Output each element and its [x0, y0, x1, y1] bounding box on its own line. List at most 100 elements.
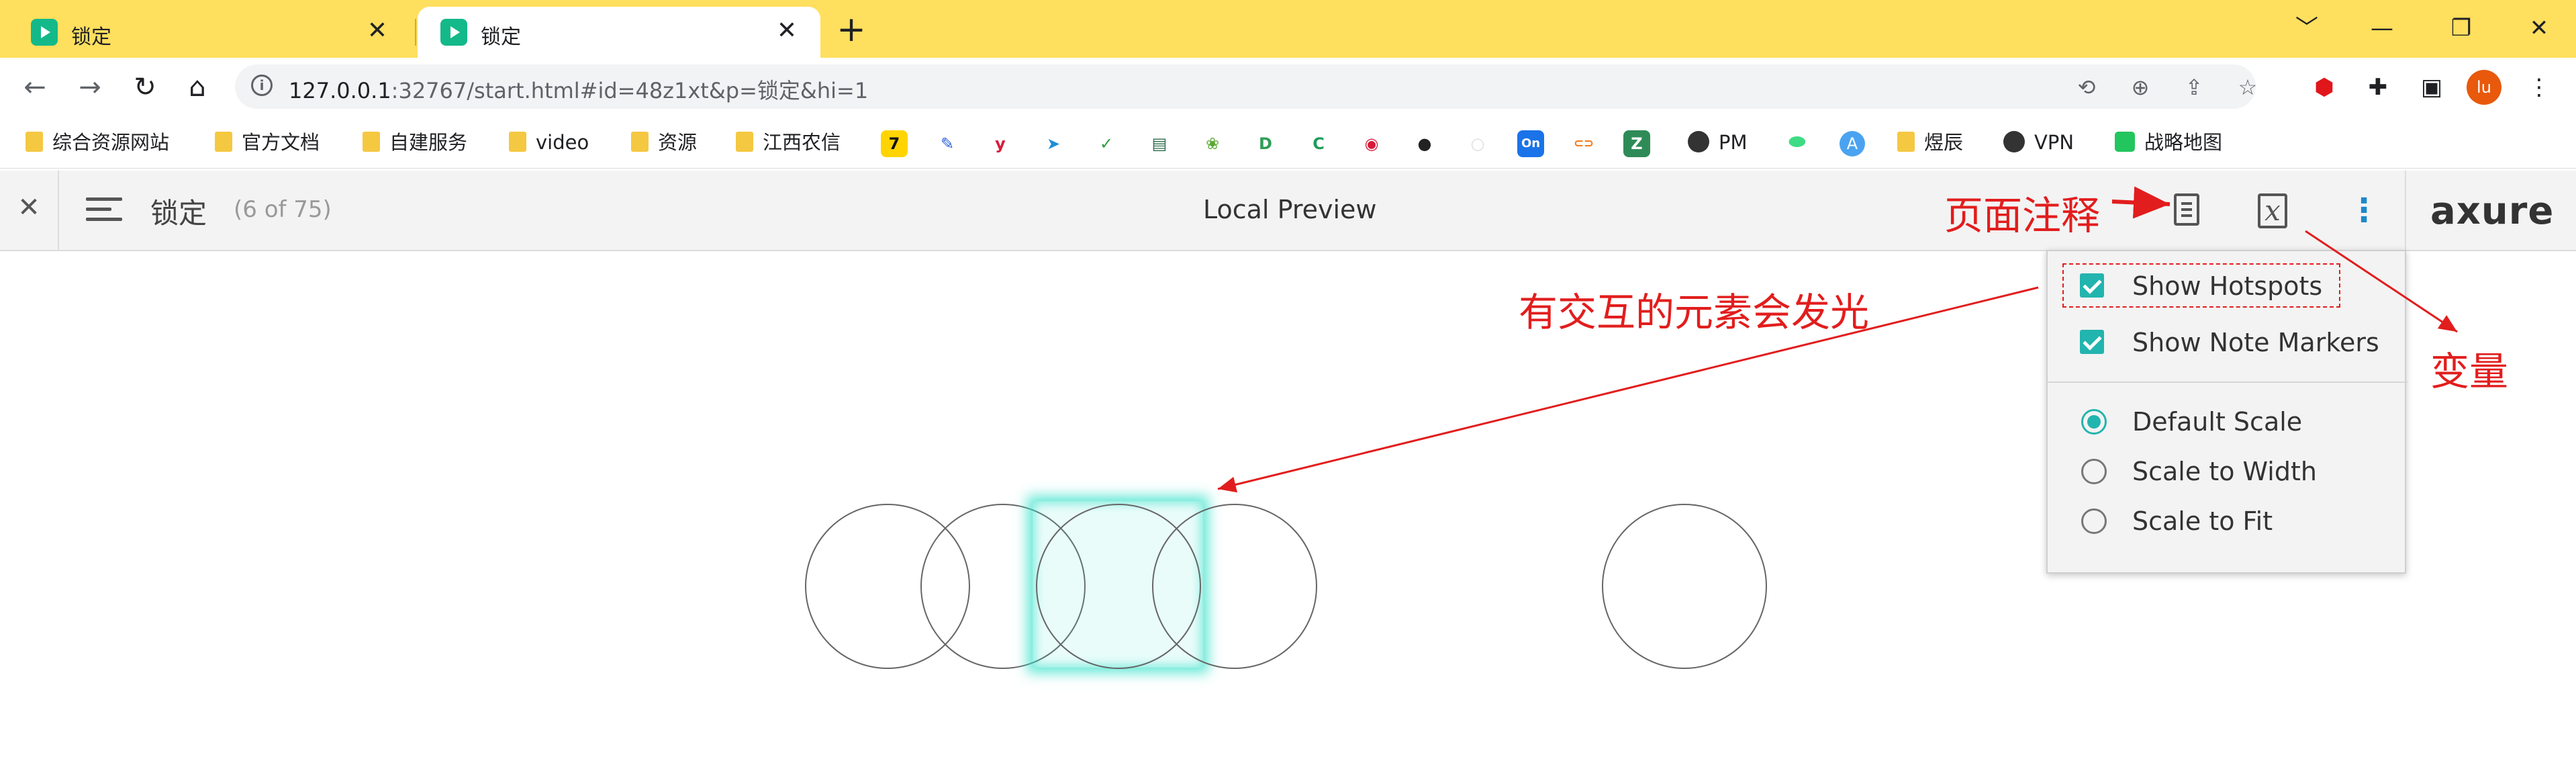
bookmark-label: VPN [2034, 131, 2074, 154]
bookmark-link-icon[interactable]: ⊂⊃ [1570, 130, 1597, 157]
tab-title: 锁定 [481, 26, 521, 49]
glow-annotation: 有交互的元素会发光 [1519, 289, 1870, 335]
site-info-icon[interactable]: i [251, 75, 273, 96]
more-options-icon[interactable]: ⋮ [2343, 189, 2385, 231]
bookmark-on-icon[interactable]: On [1517, 130, 1544, 157]
translate-icon[interactable]: ⟲ [2070, 71, 2103, 103]
radio-unselected[interactable] [2081, 508, 2107, 534]
shield-extension-icon[interactable]: ⬢ [2307, 70, 2342, 105]
page-counter: (6 of 75) [234, 196, 332, 223]
restore-button[interactable]: ❐ [2441, 8, 2481, 48]
axure-logo: axure [2430, 189, 2555, 233]
option-label: Scale to Fit [2132, 506, 2273, 536]
bookmark-folder[interactable]: 自建服务 [363, 129, 467, 156]
show-note-markers-option[interactable]: Show Note Markers [2048, 318, 2407, 365]
bookmark-github-icon[interactable]: ● [1411, 130, 1438, 157]
bookmark-label: 官方文档 [242, 131, 320, 154]
bookmark-book-icon[interactable]: ▤ [1146, 130, 1173, 157]
folder-icon [631, 132, 649, 152]
bookmark-a-icon[interactable]: A [1840, 129, 1865, 156]
bookmark-blank-icon[interactable]: ○ [1464, 130, 1491, 157]
bookmark-z-icon[interactable]: Z [1623, 130, 1650, 157]
axure-favicon-icon [440, 19, 467, 46]
reload-button[interactable]: ↻ [125, 67, 165, 107]
scale-to-fit-option[interactable]: Scale to Fit [2048, 497, 2407, 544]
radio-selected[interactable] [2081, 409, 2107, 435]
tab-close-icon[interactable]: ✕ [771, 15, 803, 47]
bookmark-folder[interactable]: 煜辰 [1897, 129, 1963, 156]
variables-glyph: x [2258, 193, 2287, 228]
header-divider [58, 171, 59, 250]
folder-icon [736, 132, 753, 152]
bookmark-c-icon[interactable]: C [1305, 130, 1332, 157]
browser-menu-icon[interactable]: ⋮ [2522, 70, 2557, 105]
bookmark-label: 煜辰 [1924, 131, 1964, 154]
bookmark-folder[interactable]: 资源 [631, 129, 697, 156]
bookmark-folder[interactable]: 官方文档 [215, 129, 320, 156]
puzzle-extension-icon[interactable]: ✚ [2360, 70, 2395, 105]
bookmark-hao-icon[interactable]: ✓ [1093, 130, 1120, 157]
bookmark-d-icon[interactable]: D [1252, 130, 1279, 157]
folder-icon [363, 132, 380, 152]
bookmark-folder[interactable]: video [509, 129, 589, 156]
folder-icon [509, 132, 526, 152]
bookmark-link[interactable]: VPN [2003, 129, 2074, 156]
home-button[interactable]: ⌂ [177, 67, 218, 107]
url-text[interactable]: 127.0.0.1:32767/start.html#id=48z1xt&p=锁… [289, 74, 868, 105]
page-title: 锁定 [150, 197, 207, 230]
minimize-button[interactable]: — [2362, 8, 2402, 48]
checkbox-checked[interactable] [2080, 330, 2104, 354]
variables-icon[interactable]: x [2252, 189, 2293, 231]
back-button[interactable]: ← [15, 67, 55, 107]
header-divider [2405, 171, 2406, 250]
close-preview-icon[interactable]: ✕ [12, 191, 46, 224]
bookmark-7-icon[interactable]: 7 [881, 130, 908, 157]
address-bar[interactable]: i 127.0.0.1:32767/start.html#id=48z1xt&p… [235, 64, 2257, 109]
new-tab-button[interactable]: + [832, 11, 870, 48]
browser-tab-active[interactable]: 锁定 ✕ [418, 7, 820, 58]
bookmark-label: 资源 [658, 131, 698, 154]
tab-search-icon[interactable]: ﹀ [2287, 8, 2327, 48]
side-panel-icon[interactable]: ▣ [2414, 70, 2449, 105]
browser-tab[interactable]: 锁定 ✕ [8, 7, 411, 58]
dropdown-divider [2048, 382, 2407, 383]
scale-to-width-option[interactable]: Scale to Width [2048, 447, 2407, 494]
bookmark-link[interactable]: 战略地图 [2115, 129, 2222, 156]
map-app-icon [2115, 132, 2135, 152]
bookmark-red-icon[interactable]: ◉ [1358, 130, 1385, 157]
forward-button[interactable]: → [70, 67, 110, 107]
android-icon[interactable]: ⬬ [1788, 129, 1806, 156]
tab-title: 锁定 [71, 26, 111, 49]
url-host: 127.0.0.1 [289, 78, 391, 103]
star-icon[interactable]: ☆ [2232, 71, 2264, 103]
browser-tab-strip: 锁定 ✕ 锁定 ✕ + ﹀ — ❐ ✕ [0, 0, 2576, 58]
option-label: Show Note Markers [2132, 328, 2379, 357]
tab-close-icon[interactable]: ✕ [361, 15, 393, 47]
bookmark-link[interactable]: PM [1688, 129, 1748, 156]
page-notes-icon[interactable] [2166, 189, 2207, 231]
option-label: Default Scale [2132, 407, 2303, 437]
radio-unselected[interactable] [2081, 459, 2107, 484]
url-path: :32767/start.html#id=48z1xt&p=锁定&hi=1 [391, 78, 869, 103]
checkbox-checked[interactable] [2080, 273, 2104, 298]
bookmark-y-icon[interactable]: y [987, 130, 1014, 157]
window-close-button[interactable]: ✕ [2519, 8, 2559, 48]
option-label: Scale to Width [2132, 457, 2317, 486]
zoom-icon[interactable]: ⊕ [2124, 71, 2156, 103]
option-label: Show Hotspots [2132, 271, 2323, 301]
default-scale-option[interactable]: Default Scale [2048, 398, 2407, 445]
bookmark-plane-icon[interactable]: ➤ [1040, 130, 1067, 157]
share-icon[interactable]: ⇪ [2178, 71, 2210, 103]
bookmark-folder[interactable]: 江西农信 [736, 129, 841, 156]
page-notes-annotation: 页面注释 [1944, 193, 2101, 238]
show-hotspots-option[interactable]: Show Hotspots [2048, 262, 2407, 309]
bookmark-folder[interactable]: 综合资源网站 [26, 129, 169, 156]
bookmark-pen-icon[interactable]: ✎ [934, 130, 961, 157]
bookmark-label: 战略地图 [2144, 131, 2223, 154]
bookmark-spring-icon[interactable]: ❀ [1199, 130, 1226, 157]
profile-avatar[interactable]: lu [2467, 70, 2501, 105]
sitemap-menu-icon[interactable] [86, 195, 122, 224]
folder-icon [26, 132, 43, 152]
axure-favicon-icon [31, 19, 58, 46]
globe-icon [1688, 131, 1709, 152]
